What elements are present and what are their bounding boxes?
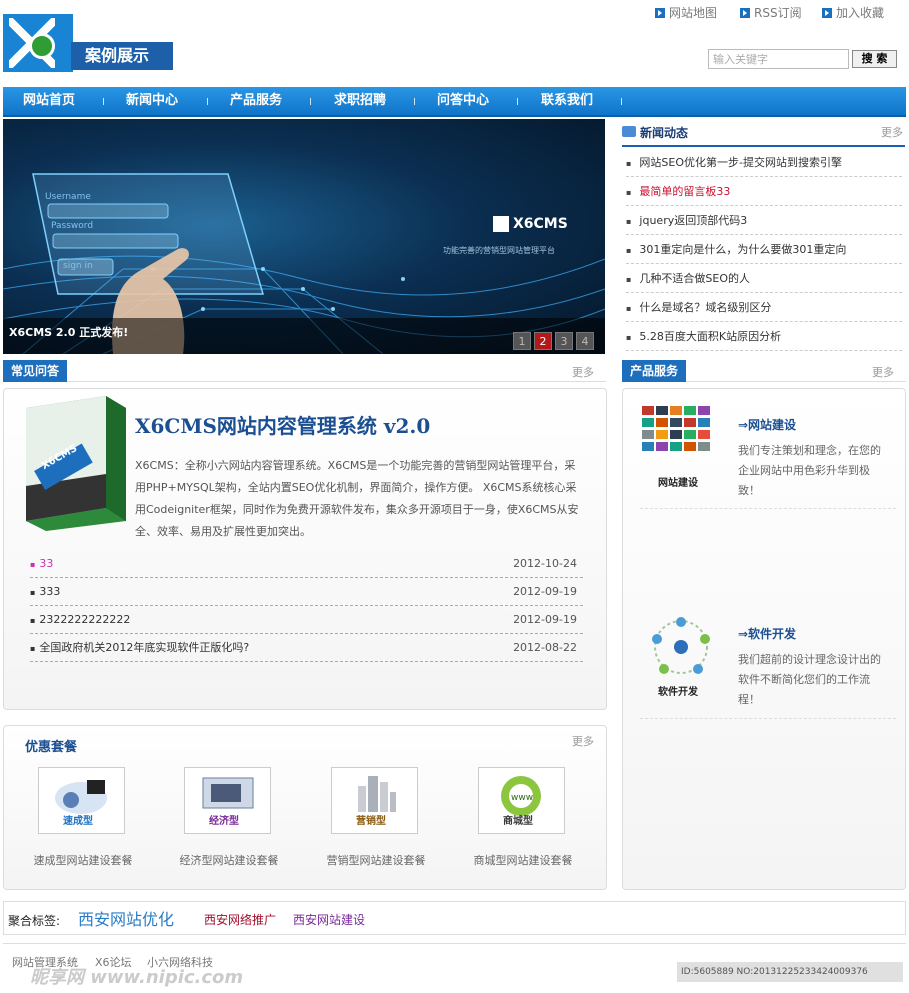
faq-row[interactable]: 333 2012-09-19: [30, 578, 583, 606]
service-divider: [640, 718, 896, 719]
service-caption: 网站建设: [658, 478, 698, 489]
faq-row-date: 2012-09-19: [513, 613, 577, 626]
faq-row-title: 2322222222222: [30, 613, 130, 626]
nav-separator: [621, 98, 622, 105]
services-header: 产品服务 更多: [622, 360, 906, 382]
tag-cloud: 聚合标签: 西安网站优化 西安网络推广 西安网站建设: [3, 901, 906, 935]
service-image-software[interactable]: [640, 614, 722, 680]
nav-home[interactable]: 网站首页: [23, 87, 75, 115]
news-item[interactable]: 301重定向是什么，为什么要做301重定向: [626, 235, 902, 264]
sitemap-link[interactable]: 网站地图: [655, 5, 717, 21]
nav-news[interactable]: 新闻中心: [126, 87, 178, 115]
svg-text:www: www: [511, 793, 533, 803]
logo-dot: [29, 33, 55, 59]
services-more-link[interactable]: 更多: [872, 364, 894, 380]
package-image-economy[interactable]: 经济型: [184, 767, 271, 834]
package-badge: 速成型: [63, 816, 93, 827]
service-description: 我们专注策划和理念，在您的企业网站中用色彩升华到极致！: [738, 444, 881, 497]
banner-page-1[interactable]: 1: [513, 332, 531, 350]
service-caption: 软件开发: [658, 687, 698, 698]
arrow-icon: [655, 8, 665, 18]
banner-page-2[interactable]: 2: [534, 332, 552, 350]
package-image-speed[interactable]: 速成型: [38, 767, 125, 834]
nav-separator: [310, 98, 311, 105]
image-id-strip: ID:5605889 NO:20131225233424009376: [677, 962, 903, 982]
news-item[interactable]: 5.28百度大面积K站原因分析: [626, 322, 902, 351]
nav-products[interactable]: 产品服务: [230, 87, 282, 115]
banner-brand-subtitle: 功能完善的营销型网站管理平台: [443, 246, 555, 255]
package-label[interactable]: 营销型网站建设套餐: [306, 852, 446, 868]
faq-header: 常见问答 更多: [3, 360, 606, 382]
faq-row[interactable]: 33 2012-10-24: [30, 550, 583, 578]
news-item[interactable]: 什么是域名？域名级别区分: [626, 293, 902, 322]
watermark: 昵享网 www.nipic.com: [30, 967, 244, 988]
faq-more-link[interactable]: 更多: [572, 364, 594, 380]
faq-row-date: 2012-10-24: [513, 557, 577, 570]
logo-tagline: 案例展示: [71, 42, 173, 70]
nav-separator: [103, 98, 104, 105]
faq-row-title: 全国政府机关2012年底实现软件正版化吗?: [30, 641, 249, 654]
arrow-icon: [740, 8, 750, 18]
news-item[interactable]: 网站SEO优化第一步-提交网站到搜索引擎: [626, 148, 902, 177]
bookmark-link[interactable]: 加入收藏: [822, 5, 884, 21]
news-more-link[interactable]: 更多: [881, 124, 903, 140]
arrow-icon: [822, 8, 832, 18]
faq-row[interactable]: 2322222222222 2012-09-19: [30, 606, 583, 634]
packages-title: 优惠套餐: [25, 740, 78, 755]
faq-tab[interactable]: 常见问答: [3, 360, 68, 382]
service-description: 我们超前的设计理念设计出的软件不断简化您们的工作流程！: [738, 653, 881, 706]
search-input[interactable]: [708, 49, 849, 69]
news-item[interactable]: 最简单的留言板33: [626, 177, 902, 206]
packages-more-link[interactable]: 更多: [572, 733, 594, 749]
nav-qa[interactable]: 问答中心: [437, 87, 489, 115]
banner-username-label: Username: [45, 192, 91, 202]
banner-caption[interactable]: X6CMS 2.0 正式发布!: [9, 324, 128, 340]
package-label[interactable]: 商城型网站建设套餐: [453, 852, 593, 868]
package-image-mall[interactable]: www 商城型: [478, 767, 565, 834]
tag-link[interactable]: 西安网站建设: [293, 911, 365, 928]
faq-row-title: 33: [30, 557, 53, 570]
service-divider: [640, 508, 896, 509]
news-title: 新闻动态: [640, 126, 689, 140]
tags-label: 聚合标签:: [8, 914, 61, 928]
package-label[interactable]: 经济型网站建设套餐: [159, 852, 299, 868]
banner-password-label: Password: [51, 221, 94, 231]
package-badge: 经济型: [209, 816, 239, 827]
package-image-marketing[interactable]: 营销型: [331, 767, 418, 834]
news-item[interactable]: 几种不适合做SEO的人: [626, 264, 902, 293]
services-tab[interactable]: 产品服务: [622, 360, 687, 382]
nav-separator: [207, 98, 208, 105]
tag-link[interactable]: 西安网站优化: [78, 906, 174, 930]
banner-signin-label: sign in: [63, 261, 93, 271]
banner-page-4[interactable]: 4: [576, 332, 594, 350]
nav-jobs[interactable]: 求职招聘: [334, 87, 386, 115]
banner-brand: X6CMS: [513, 216, 568, 232]
hero-banner[interactable]: Username Password sign in X6CMS 功能完善的营销型…: [3, 119, 605, 354]
package-label[interactable]: 速成型网站建设套餐: [13, 852, 153, 868]
rss-link[interactable]: RSS订阅: [740, 5, 802, 21]
service-title[interactable]: ⇒软件开发: [738, 625, 796, 642]
news-item[interactable]: jquery返回顶部代码3: [626, 206, 902, 235]
package-badge: 商城型: [503, 816, 533, 827]
banner-page-3[interactable]: 3: [555, 332, 573, 350]
faq-row-date: 2012-09-19: [513, 585, 577, 598]
nav-separator: [517, 98, 518, 105]
site-logo[interactable]: 案例展示: [3, 14, 173, 72]
faq-headline[interactable]: X6CMS网站内容管理系统 v2.0: [135, 410, 430, 439]
faq-description: X6CMS：全称小六网站内容管理系统。X6CMS是一个功能完善的营销型网站管理平…: [135, 459, 579, 538]
news-header: 新闻动态 更多: [622, 119, 905, 147]
search-button[interactable]: 搜 索: [852, 50, 897, 68]
main-nav: 网站首页 新闻中心 产品服务 求职招聘 问答中心 联系我们: [3, 87, 906, 117]
faq-row-title: 333: [30, 585, 60, 598]
news-icon: [622, 126, 636, 137]
faq-row-date: 2012-08-22: [513, 641, 577, 654]
nav-contact[interactable]: 联系我们: [541, 87, 593, 115]
nav-separator: [414, 98, 415, 105]
service-image-web[interactable]: [640, 404, 722, 470]
product-box-image: X6CMS: [26, 396, 128, 531]
package-badge: 营销型: [356, 816, 386, 827]
tag-link[interactable]: 西安网络推广: [204, 911, 276, 928]
service-title[interactable]: ⇒网站建设: [738, 416, 796, 433]
faq-row[interactable]: 全国政府机关2012年底实现软件正版化吗? 2012-08-22: [30, 634, 583, 662]
